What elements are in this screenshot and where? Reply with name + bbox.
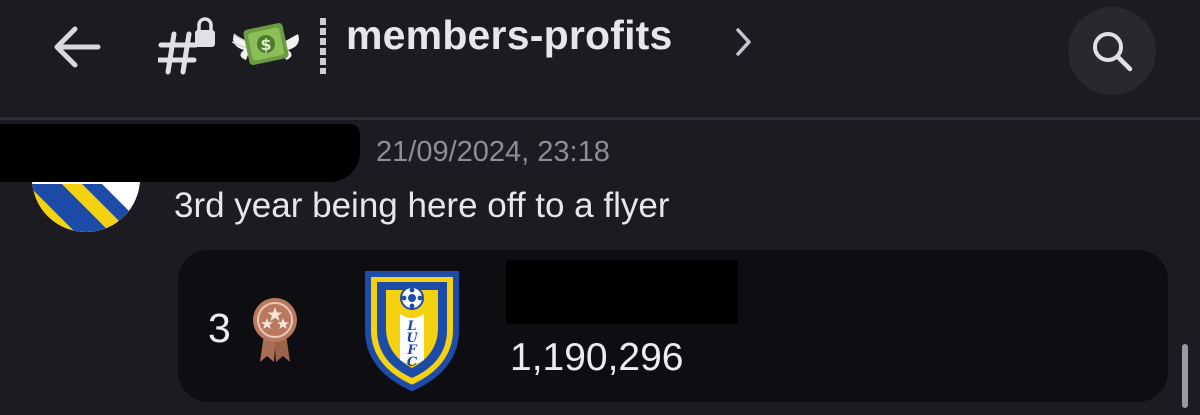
- leeds-united-crest-icon: L U F C: [360, 268, 464, 392]
- back-button[interactable]: [48, 18, 106, 76]
- channel-title[interactable]: members-profits: [346, 12, 673, 59]
- vertical-divider-icon: [318, 18, 328, 74]
- search-button[interactable]: [1068, 7, 1156, 95]
- message-text: 3rd year being here off to a flyer: [174, 186, 670, 225]
- rank-number: 3: [208, 305, 231, 351]
- hash-lock-icon: [156, 16, 218, 76]
- message-timestamp: 21/09/2024, 23:18: [376, 136, 610, 168]
- svg-text:$: $: [260, 35, 271, 54]
- header-divider: [0, 117, 1200, 120]
- money-with-wings-icon: $: [228, 14, 304, 76]
- redacted-player-name: [506, 260, 738, 324]
- bronze-medal-icon: [250, 296, 300, 366]
- arrow-left-icon: [54, 26, 101, 68]
- search-icon: [1093, 32, 1133, 72]
- chevron-right-icon[interactable]: [734, 25, 754, 59]
- score-value: 1,190,296: [510, 336, 684, 379]
- redacted-username: [0, 124, 360, 182]
- channel-header: $ members-profits: [0, 0, 1200, 100]
- crest-letter-c: C: [407, 355, 418, 370]
- scrollbar[interactable]: [1182, 344, 1188, 408]
- chat-screen: $ members-profits 21/09/2024, 23:18 3rd …: [0, 0, 1200, 415]
